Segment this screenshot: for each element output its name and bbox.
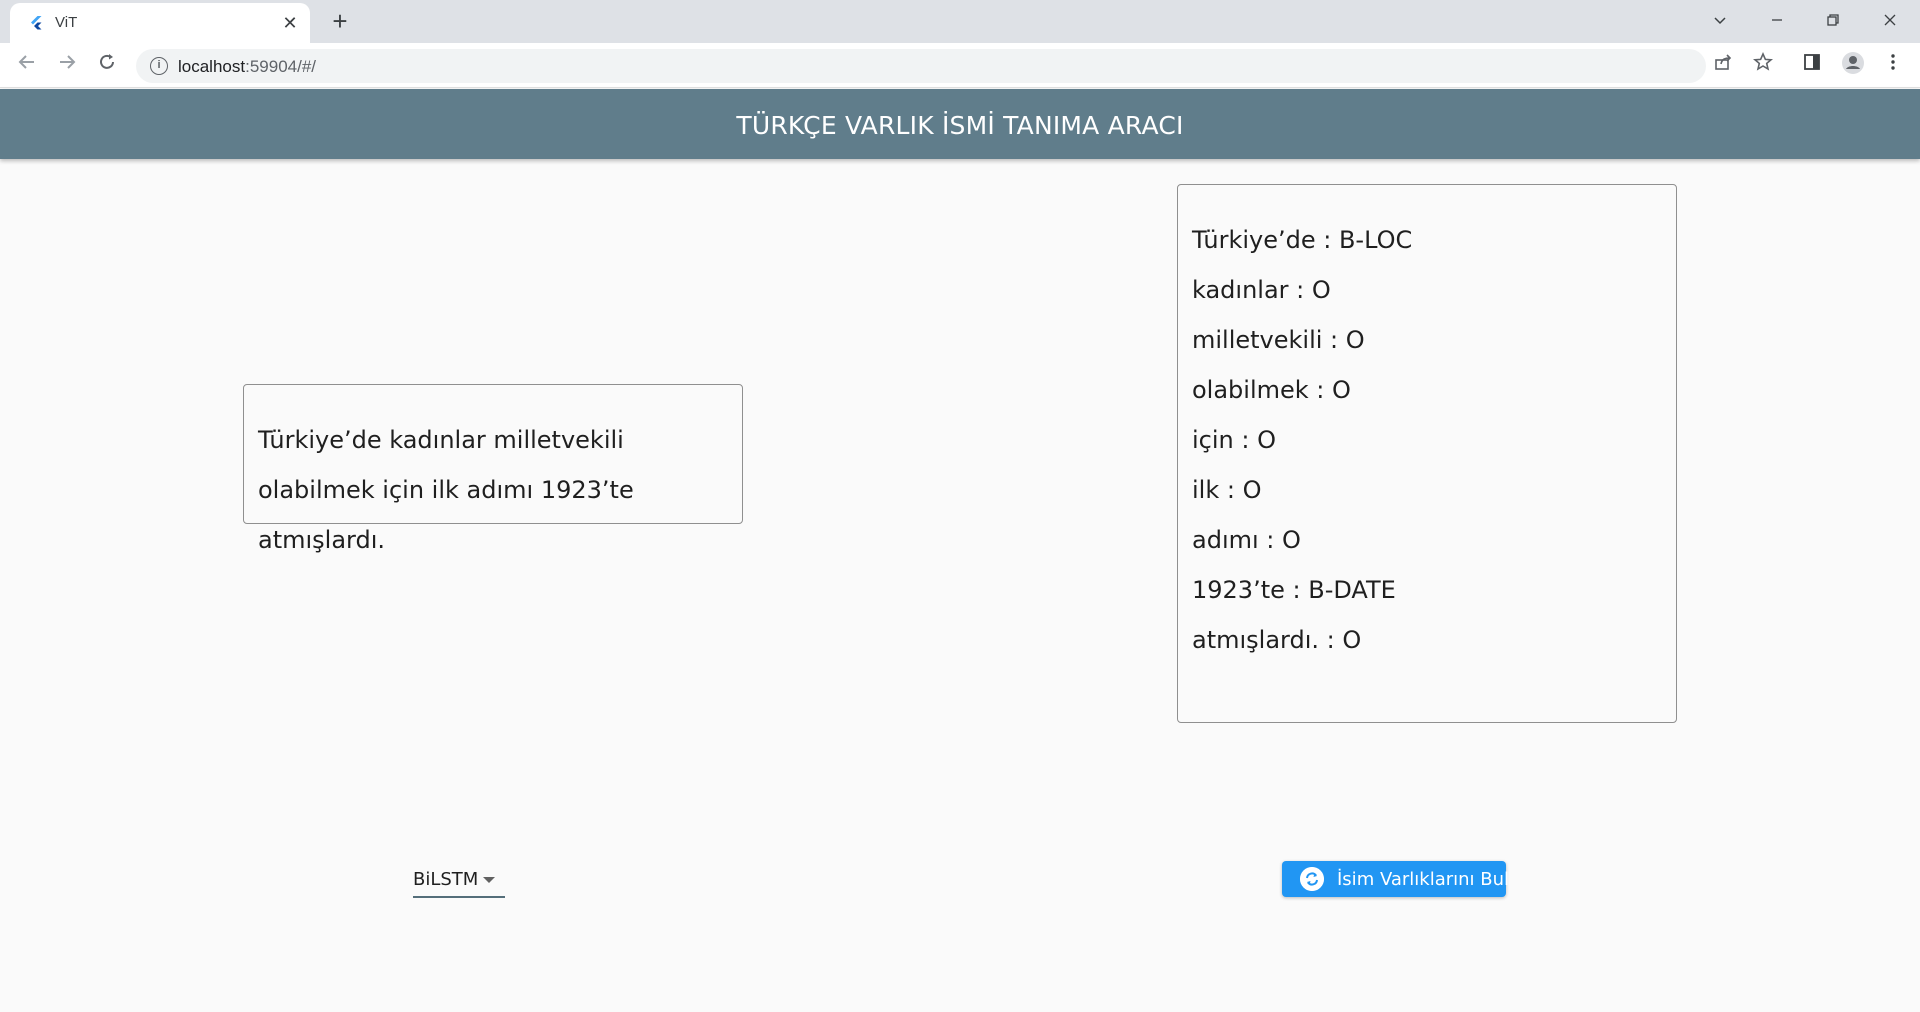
- back-icon[interactable]: [12, 51, 42, 81]
- app-title: TÜRKÇE VARLIK İSMİ TANIMA ARACI: [736, 111, 1184, 140]
- model-dropdown[interactable]: BiLSTM: [413, 864, 505, 898]
- url-path: :59904/#/: [245, 57, 317, 76]
- profile-avatar-icon[interactable]: [1838, 51, 1868, 81]
- minimize-icon[interactable]: [1757, 6, 1797, 36]
- url-text: localhost:59904/#/: [178, 57, 316, 77]
- entity-item: adımı : O: [1192, 526, 1301, 554]
- entity-item: atmışlardı. : O: [1192, 626, 1362, 654]
- find-entities-button[interactable]: İsim Varlıklarını Bul: [1282, 861, 1510, 897]
- entity-item: ilk : O: [1192, 476, 1262, 504]
- tab-title: ViT: [55, 14, 78, 31]
- share-icon[interactable]: [1708, 51, 1738, 81]
- forward-icon[interactable]: [52, 51, 82, 81]
- entity-item: için : O: [1192, 426, 1276, 454]
- model-dropdown-value: BiLSTM: [413, 869, 479, 890]
- dropdown-arrow-icon: [483, 877, 495, 883]
- url-host: localhost: [178, 57, 246, 76]
- new-tab-button[interactable]: +: [326, 8, 354, 36]
- tab-close-icon[interactable]: ✕: [280, 13, 300, 33]
- app-bar: TÜRKÇE VARLIK İSMİ TANIMA ARACI: [0, 89, 1920, 159]
- restore-icon[interactable]: [1813, 6, 1853, 36]
- flutter-icon: [31, 16, 42, 30]
- entity-item: Türkiye’de : B-LOC: [1192, 226, 1413, 254]
- entity-item: kadınlar : O: [1192, 276, 1331, 304]
- find-entities-label: İsim Varlıklarını Bul: [1337, 869, 1510, 890]
- output-results-box: Türkiye’de : B-LOC kadınlar : O milletve…: [1177, 184, 1677, 723]
- bookmark-star-icon[interactable]: [1748, 51, 1778, 81]
- entity-item: milletvekili : O: [1192, 326, 1365, 354]
- entity-item: 1923’te : B-DATE: [1192, 576, 1396, 604]
- sync-icon: [1300, 867, 1324, 891]
- browser-tab-bar: ViT ✕ +: [0, 0, 1920, 43]
- tab-search-icon[interactable]: [1700, 6, 1740, 36]
- side-panel-icon[interactable]: [1797, 51, 1827, 81]
- input-text: Türkiye’de kadınlar milletvekili olabilm…: [258, 426, 634, 554]
- browser-toolbar: i localhost:59904/#/: [0, 43, 1920, 88]
- address-bar[interactable]: i localhost:59904/#/: [136, 49, 1706, 83]
- input-text-box[interactable]: Türkiye’de kadınlar milletvekili olabilm…: [243, 384, 743, 554]
- entity-list: Türkiye’de : B-LOC kadınlar : O milletve…: [1192, 215, 1412, 665]
- site-info-icon[interactable]: i: [150, 57, 168, 75]
- browser-tab[interactable]: ViT ✕: [10, 3, 310, 43]
- menu-kebab-icon[interactable]: [1878, 51, 1908, 81]
- entity-item: olabilmek : O: [1192, 376, 1351, 404]
- close-window-icon[interactable]: [1870, 6, 1910, 36]
- reload-icon[interactable]: [92, 51, 122, 81]
